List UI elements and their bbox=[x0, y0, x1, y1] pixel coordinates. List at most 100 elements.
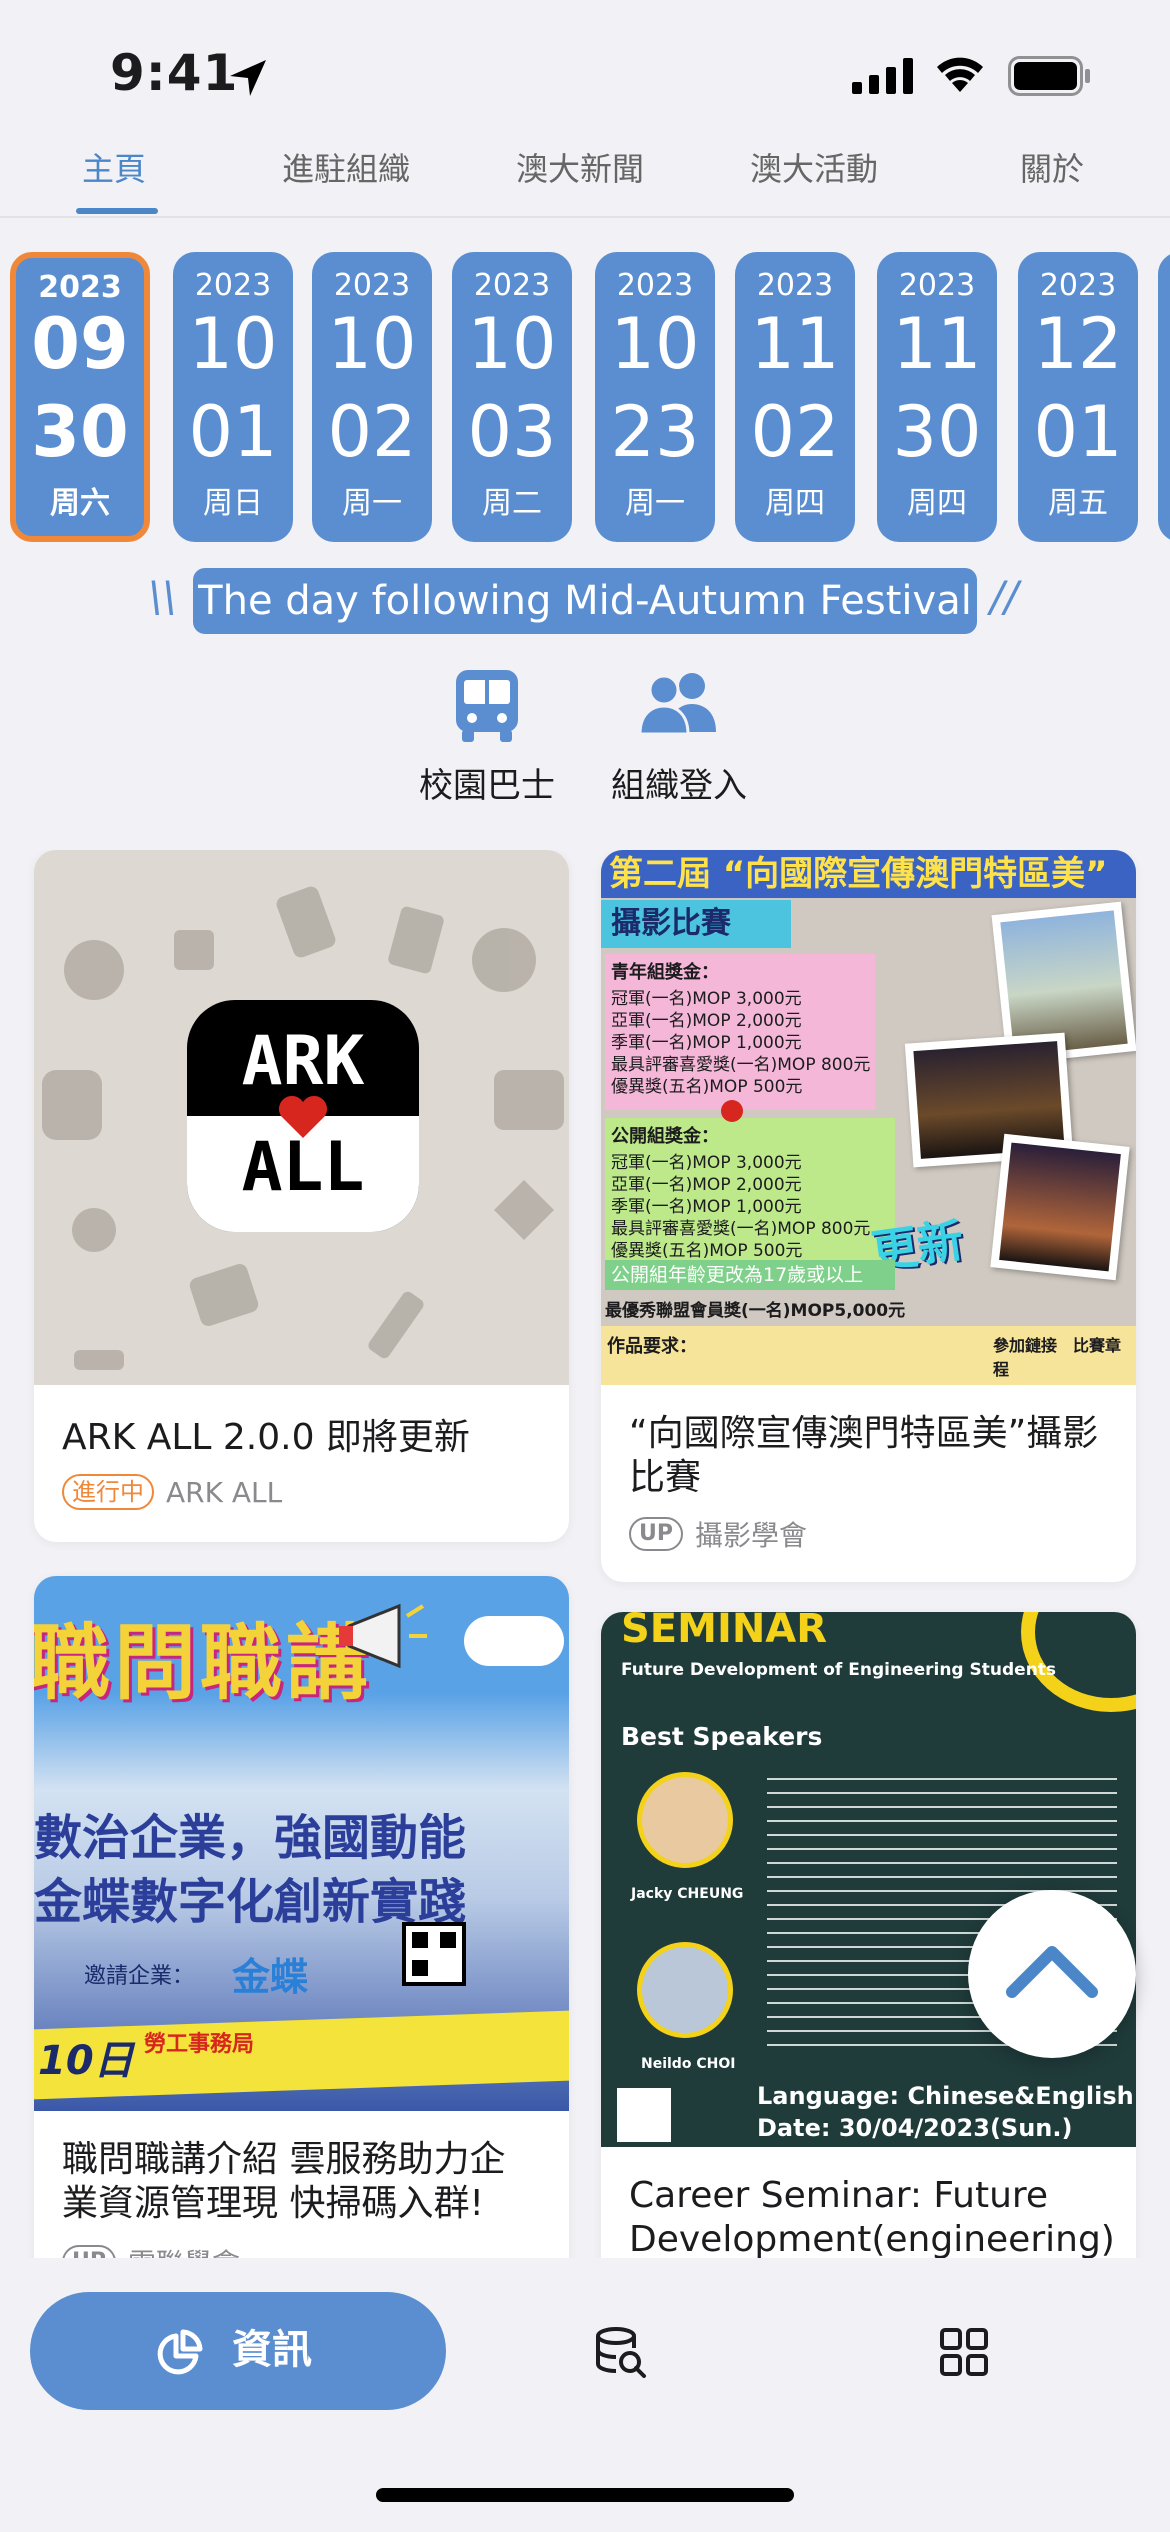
database-search-icon[interactable] bbox=[592, 2324, 648, 2380]
card-title: 職問職講介紹 雲服務助力企業資源管理現 快掃碼入群! bbox=[62, 2139, 506, 2224]
poster-speakers-label: Best Speakers bbox=[621, 1722, 823, 1751]
date-month: 10 bbox=[188, 303, 278, 385]
ark-all-image: ARK ALL bbox=[34, 850, 569, 1385]
tab-active-indicator bbox=[76, 208, 158, 214]
poster-invite: 邀請企業： bbox=[84, 1964, 195, 1989]
date-card[interactable]: 2023 10 03 周二 bbox=[452, 252, 572, 542]
feed: ARK ALL ARK ALL 2.0.0 即將更新 進行中 ARK ALL 第… bbox=[0, 850, 1170, 2260]
holiday-label: The day following Mid-Autumn Festival bbox=[193, 568, 977, 634]
date-year: 2023 bbox=[473, 268, 551, 303]
card-meta: 進行中 ARK ALL bbox=[62, 1474, 282, 1510]
date-year: 2023 bbox=[756, 268, 834, 303]
poster-line: 冠軍(一名)MOP 3,000元 bbox=[611, 989, 802, 1009]
cloud-shape bbox=[464, 1616, 564, 1666]
poster-line: 最具評審喜愛獎(一名)MOP 800元 bbox=[611, 1055, 871, 1075]
date-card[interactable]: 2023 11 02 周四 bbox=[735, 252, 855, 542]
speaker-name: Neildo CHOI bbox=[641, 2056, 736, 2072]
date-card[interactable]: 2023 12 01 周五 bbox=[1018, 252, 1138, 542]
date-weekday: 周二 bbox=[482, 486, 542, 521]
campus-bus-button[interactable]: 校園巴士 bbox=[402, 668, 572, 807]
date-day: 03 bbox=[467, 391, 557, 473]
date-card-partial[interactable] bbox=[1158, 252, 1170, 542]
date-card[interactable]: 2023 11 30 周四 bbox=[877, 252, 997, 542]
poster-youth-title: 青年組獎金： bbox=[611, 962, 719, 983]
date-day: 02 bbox=[750, 391, 840, 473]
poster-date: 10日 bbox=[38, 2038, 134, 2084]
card-title: “向國際宣傳澳門特區美”攝影比賽 bbox=[629, 1413, 1099, 1498]
date-year: 2023 bbox=[898, 268, 976, 303]
poster-line: 最具評審喜愛獎(一名)MOP 800元 bbox=[611, 1219, 871, 1239]
poster-lang: Language: Chinese&English bbox=[757, 2082, 1134, 2110]
poster-best-member: 最優秀聯盟會員獎(一名)MOP5,000元 bbox=[605, 1301, 906, 1321]
photo-contest-poster: 第二屆 “向國際宣傳澳門特區美” 攝影比賽 青年組獎金： 冠軍(一名)MOP 3… bbox=[601, 850, 1136, 1385]
date-weekday: 周一 bbox=[625, 486, 685, 521]
poster-footer: 作品要求： 參加鏈接 比賽章程 bbox=[601, 1326, 1136, 1385]
holiday-banner: \\ The day following Mid-Autumn Festival… bbox=[0, 568, 1170, 634]
card-meta: UP 攝影學會 bbox=[629, 1514, 807, 1554]
qr-code bbox=[402, 1922, 466, 1986]
holiday-right-mark: // bbox=[990, 572, 1019, 621]
date-month: 10 bbox=[467, 303, 557, 385]
scroll-to-top-button[interactable] bbox=[968, 1890, 1136, 2058]
poster-line1: 數治企業，強國動能 bbox=[34, 1810, 467, 1866]
poster-photo-night bbox=[990, 1133, 1130, 1281]
chevron-up-icon bbox=[1006, 1946, 1098, 1998]
campus-bus-label: 校園巴士 bbox=[419, 766, 555, 806]
tab-um-news[interactable]: 澳大新聞 bbox=[516, 144, 644, 190]
poster-youth-box: 青年組獎金： 冠軍(一名)MOP 3,000元 亞軍(一名)MOP 2,000元… bbox=[605, 954, 875, 1110]
date-card-selected[interactable]: 2023 09 30 周六 bbox=[10, 252, 150, 542]
grid-icon[interactable] bbox=[936, 2324, 992, 2380]
location-arrow-icon bbox=[230, 60, 266, 96]
tab-organizations[interactable]: 進駐組織 bbox=[282, 144, 410, 190]
org-login-button[interactable]: 組織登入 bbox=[594, 668, 764, 807]
poster-sub: Future Development of Engineering Studen… bbox=[621, 1660, 1057, 1680]
status-time: 9:41 bbox=[110, 44, 239, 102]
career-talk-poster: 職問職講 數治企業，強國動能 金蝶數字化創新實踐 邀請企業： 金蝶 10日 勞工… bbox=[34, 1576, 569, 2111]
date-year: 2023 bbox=[194, 268, 272, 303]
qr-code bbox=[617, 2088, 671, 2142]
wifi-icon bbox=[937, 57, 983, 92]
date-month: 09 bbox=[31, 303, 129, 385]
tab-home[interactable]: 主頁 bbox=[82, 144, 146, 190]
up-badge: UP bbox=[629, 1517, 683, 1551]
date-weekday: 周四 bbox=[765, 486, 825, 521]
cellular-signal-icon bbox=[852, 58, 913, 94]
poster-link: 參加鏈接 比賽章程 bbox=[993, 1336, 1122, 1379]
date-year: 2023 bbox=[38, 270, 122, 305]
org-name: 攝影學會 bbox=[695, 1519, 808, 1552]
poster-line: 優異獎(五名)MOP 500元 bbox=[611, 1077, 803, 1097]
poster-venue: 勞工事務局 bbox=[144, 2032, 255, 2057]
holiday-left-mark: \\ bbox=[148, 572, 177, 621]
people-icon bbox=[638, 673, 716, 736]
org-login-label: 組織登入 bbox=[611, 766, 747, 806]
card-title: ARK ALL 2.0.0 即將更新 bbox=[62, 1417, 470, 1458]
poster-line: 亞軍(一名)MOP 2,000元 bbox=[611, 1011, 802, 1031]
battery-icon bbox=[1008, 56, 1090, 96]
date-card[interactable]: 2023 10 01 周日 bbox=[173, 252, 293, 542]
date-card[interactable]: 2023 10 23 周一 bbox=[595, 252, 715, 542]
date-weekday: 周六 bbox=[50, 486, 110, 521]
feed-card-photo-contest[interactable]: 第二屆 “向國際宣傳澳門特區美” 攝影比賽 青年組獎金： 冠軍(一名)MOP 3… bbox=[601, 850, 1136, 1582]
feed-card-ark-all[interactable]: ARK ALL ARK ALL 2.0.0 即將更新 進行中 ARK ALL bbox=[34, 850, 569, 1542]
date-year: 2023 bbox=[1039, 268, 1117, 303]
date-day: 01 bbox=[188, 391, 278, 473]
tab-about[interactable]: 關於 bbox=[1020, 144, 1084, 190]
speaker-avatar bbox=[637, 1772, 733, 1868]
poster-line: 亞軍(一名)MOP 2,000元 bbox=[611, 1175, 802, 1195]
date-month: 11 bbox=[750, 303, 840, 385]
date-day: 01 bbox=[1033, 391, 1123, 473]
ark-all-logo: ARK ALL bbox=[187, 1000, 419, 1232]
date-card[interactable]: 2023 10 02 周一 bbox=[312, 252, 432, 542]
date-month: 12 bbox=[1033, 303, 1123, 385]
date-day: 02 bbox=[327, 391, 417, 473]
poster-date: Date: 30/04/2023(Sun.) bbox=[757, 2114, 1073, 2142]
heart-icon bbox=[278, 1095, 328, 1138]
nav-info-button[interactable]: 資訊 bbox=[30, 2292, 446, 2410]
tab-um-events[interactable]: 澳大活動 bbox=[750, 144, 878, 190]
top-tab-bar: 主頁 進駐組織 澳大新聞 澳大活動 關於 bbox=[0, 140, 1170, 218]
bus-icon bbox=[456, 670, 518, 742]
poster-line: 季軍(一名)MOP 1,000元 bbox=[611, 1197, 802, 1217]
date-year: 2023 bbox=[616, 268, 694, 303]
date-day: 23 bbox=[610, 391, 700, 473]
feed-card-career-talk[interactable]: 職問職講 數治企業，強國動能 金蝶數字化創新實踐 邀請企業： 金蝶 10日 勞工… bbox=[34, 1576, 569, 2260]
